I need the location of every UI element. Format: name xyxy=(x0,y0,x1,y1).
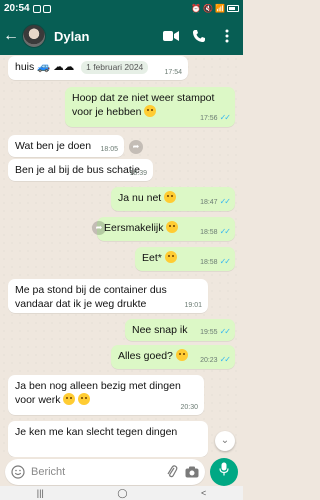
message-bubble[interactable]: Wat ben je doen 18:05 xyxy=(8,135,124,157)
message-time: 18:05 xyxy=(100,145,118,153)
message-time: 17:54 xyxy=(164,68,182,76)
message-bubble[interactable]: Eersmakelijk 18:58 ✓✓ xyxy=(97,217,235,241)
message-text: Alles goed? xyxy=(118,350,173,362)
message-text: huis xyxy=(15,61,35,73)
smile-emoji-icon xyxy=(144,105,157,118)
chat-area[interactable]: huis 🚙 ☁☁ 1 februari 2024 17:54 Hoop dat… xyxy=(0,55,243,457)
status-time: 20:54 xyxy=(4,3,30,14)
double-check-icon: ✓✓ xyxy=(219,113,231,123)
phone-icon[interactable] xyxy=(191,28,207,44)
recent-apps-icon[interactable]: ||| xyxy=(37,488,44,498)
camera-icon[interactable] xyxy=(185,465,199,479)
message-bubble[interactable]: huis 🚙 ☁☁ 1 februari 2024 17:54 xyxy=(8,56,188,80)
message-bubble[interactable]: Ja nu net 18:47 ✓✓ xyxy=(111,187,235,211)
message-bubble[interactable]: Eet* 18:58 ✓✓ xyxy=(135,247,235,271)
grin-emoji-icon xyxy=(164,251,177,263)
microphone-button[interactable] xyxy=(210,457,238,486)
forward-icon[interactable]: ➦ xyxy=(129,140,143,154)
system-navigation-bar: ||| ◯ < xyxy=(0,486,243,500)
message-time: 18:47 xyxy=(200,198,218,206)
message-text: Nee snap ik xyxy=(132,324,188,336)
message-time: 18:58 xyxy=(200,258,218,266)
message-input[interactable]: Bericht xyxy=(5,458,205,485)
kiss-emoji-icon xyxy=(166,221,179,233)
mute-icon: 🔇 xyxy=(203,4,214,13)
message-text: Ja ben nog alleen bezig met dingen voor … xyxy=(15,380,181,407)
notification-icon xyxy=(32,4,41,13)
message-bubble[interactable]: Je ken me kan slecht tegen dingen xyxy=(8,421,208,457)
message-time: 18:58 xyxy=(200,228,218,236)
chat-header: ← Dylan xyxy=(0,17,243,55)
message-bubble[interactable]: Ja ben nog alleen bezig met dingen voor … xyxy=(8,375,204,415)
message-bubble[interactable]: Alles goed? 20:23 ✓✓ xyxy=(111,345,235,369)
wifi-icon: 📶 xyxy=(215,4,225,13)
message-time: 19:55 xyxy=(200,328,218,336)
message-text: Je ken me kan slecht tegen dingen xyxy=(15,426,178,438)
message-input-placeholder[interactable]: Bericht xyxy=(31,466,159,478)
message-icon xyxy=(42,4,51,13)
kiss-emoji-icon xyxy=(175,349,188,361)
emoji-icon[interactable] xyxy=(11,464,25,479)
kebab-menu-icon[interactable] xyxy=(219,28,235,44)
message-text: Ben je al bij de bus schatje xyxy=(15,164,140,176)
cloud-emoji-icon: ☁☁ xyxy=(53,61,75,73)
message-text: Wat ben je doen xyxy=(15,140,92,152)
double-check-icon: ✓✓ xyxy=(219,227,231,237)
message-bubble[interactable]: Nee snap ik 19:55 ✓✓ xyxy=(125,319,235,341)
kiss-emoji-icon xyxy=(78,393,91,406)
message-bubble[interactable]: Me pa stond bij de container dus vandaar… xyxy=(8,279,208,313)
double-check-icon: ✓✓ xyxy=(219,197,231,207)
date-chip: 1 februari 2024 xyxy=(81,61,149,75)
forward-icon[interactable]: ➦ xyxy=(92,221,106,235)
microphone-icon xyxy=(219,462,229,481)
paperclip-icon[interactable] xyxy=(165,464,179,479)
battery-icon xyxy=(227,5,239,12)
message-text: Hoop dat ze niet weer stampot voor je he… xyxy=(72,92,215,119)
double-check-icon: ✓✓ xyxy=(219,327,231,337)
grin-emoji-icon xyxy=(63,393,76,406)
scroll-down-button[interactable]: ⌄ xyxy=(215,431,235,451)
message-bubble[interactable]: Ben je al bij de bus schatje 18:39 xyxy=(8,159,153,181)
message-text: Ja nu net xyxy=(118,192,162,204)
back-nav-icon[interactable]: < xyxy=(201,488,206,498)
message-composer: Bericht xyxy=(0,457,243,486)
video-camera-icon[interactable] xyxy=(163,28,179,44)
arrow-left-icon[interactable]: ← xyxy=(2,27,20,45)
alarm-icon: ⏰ xyxy=(191,4,202,13)
message-time: 20:23 xyxy=(200,356,218,364)
message-bubble[interactable]: Hoop dat ze niet weer stampot voor je he… xyxy=(65,87,235,127)
avatar[interactable] xyxy=(22,24,46,48)
car-emoji-icon: 🚙 xyxy=(37,61,51,73)
message-time: 20:30 xyxy=(180,403,198,411)
smile-emoji-icon xyxy=(164,191,177,203)
double-check-icon: ✓✓ xyxy=(219,257,231,267)
message-text: Me pa stond bij de container dus vandaar… xyxy=(15,284,167,311)
message-text: Eet* xyxy=(142,252,162,264)
contact-name[interactable]: Dylan xyxy=(54,29,89,44)
message-time: 17:56 xyxy=(200,114,218,122)
home-icon[interactable]: ◯ xyxy=(117,488,127,499)
status-bar: 20:54 ⏰ 🔇 📶 xyxy=(0,0,243,17)
double-check-icon: ✓✓ xyxy=(219,355,231,365)
message-text: Eersmakelijk xyxy=(104,222,164,234)
message-time: 19:01 xyxy=(184,301,202,309)
message-time: 18:39 xyxy=(129,169,147,177)
